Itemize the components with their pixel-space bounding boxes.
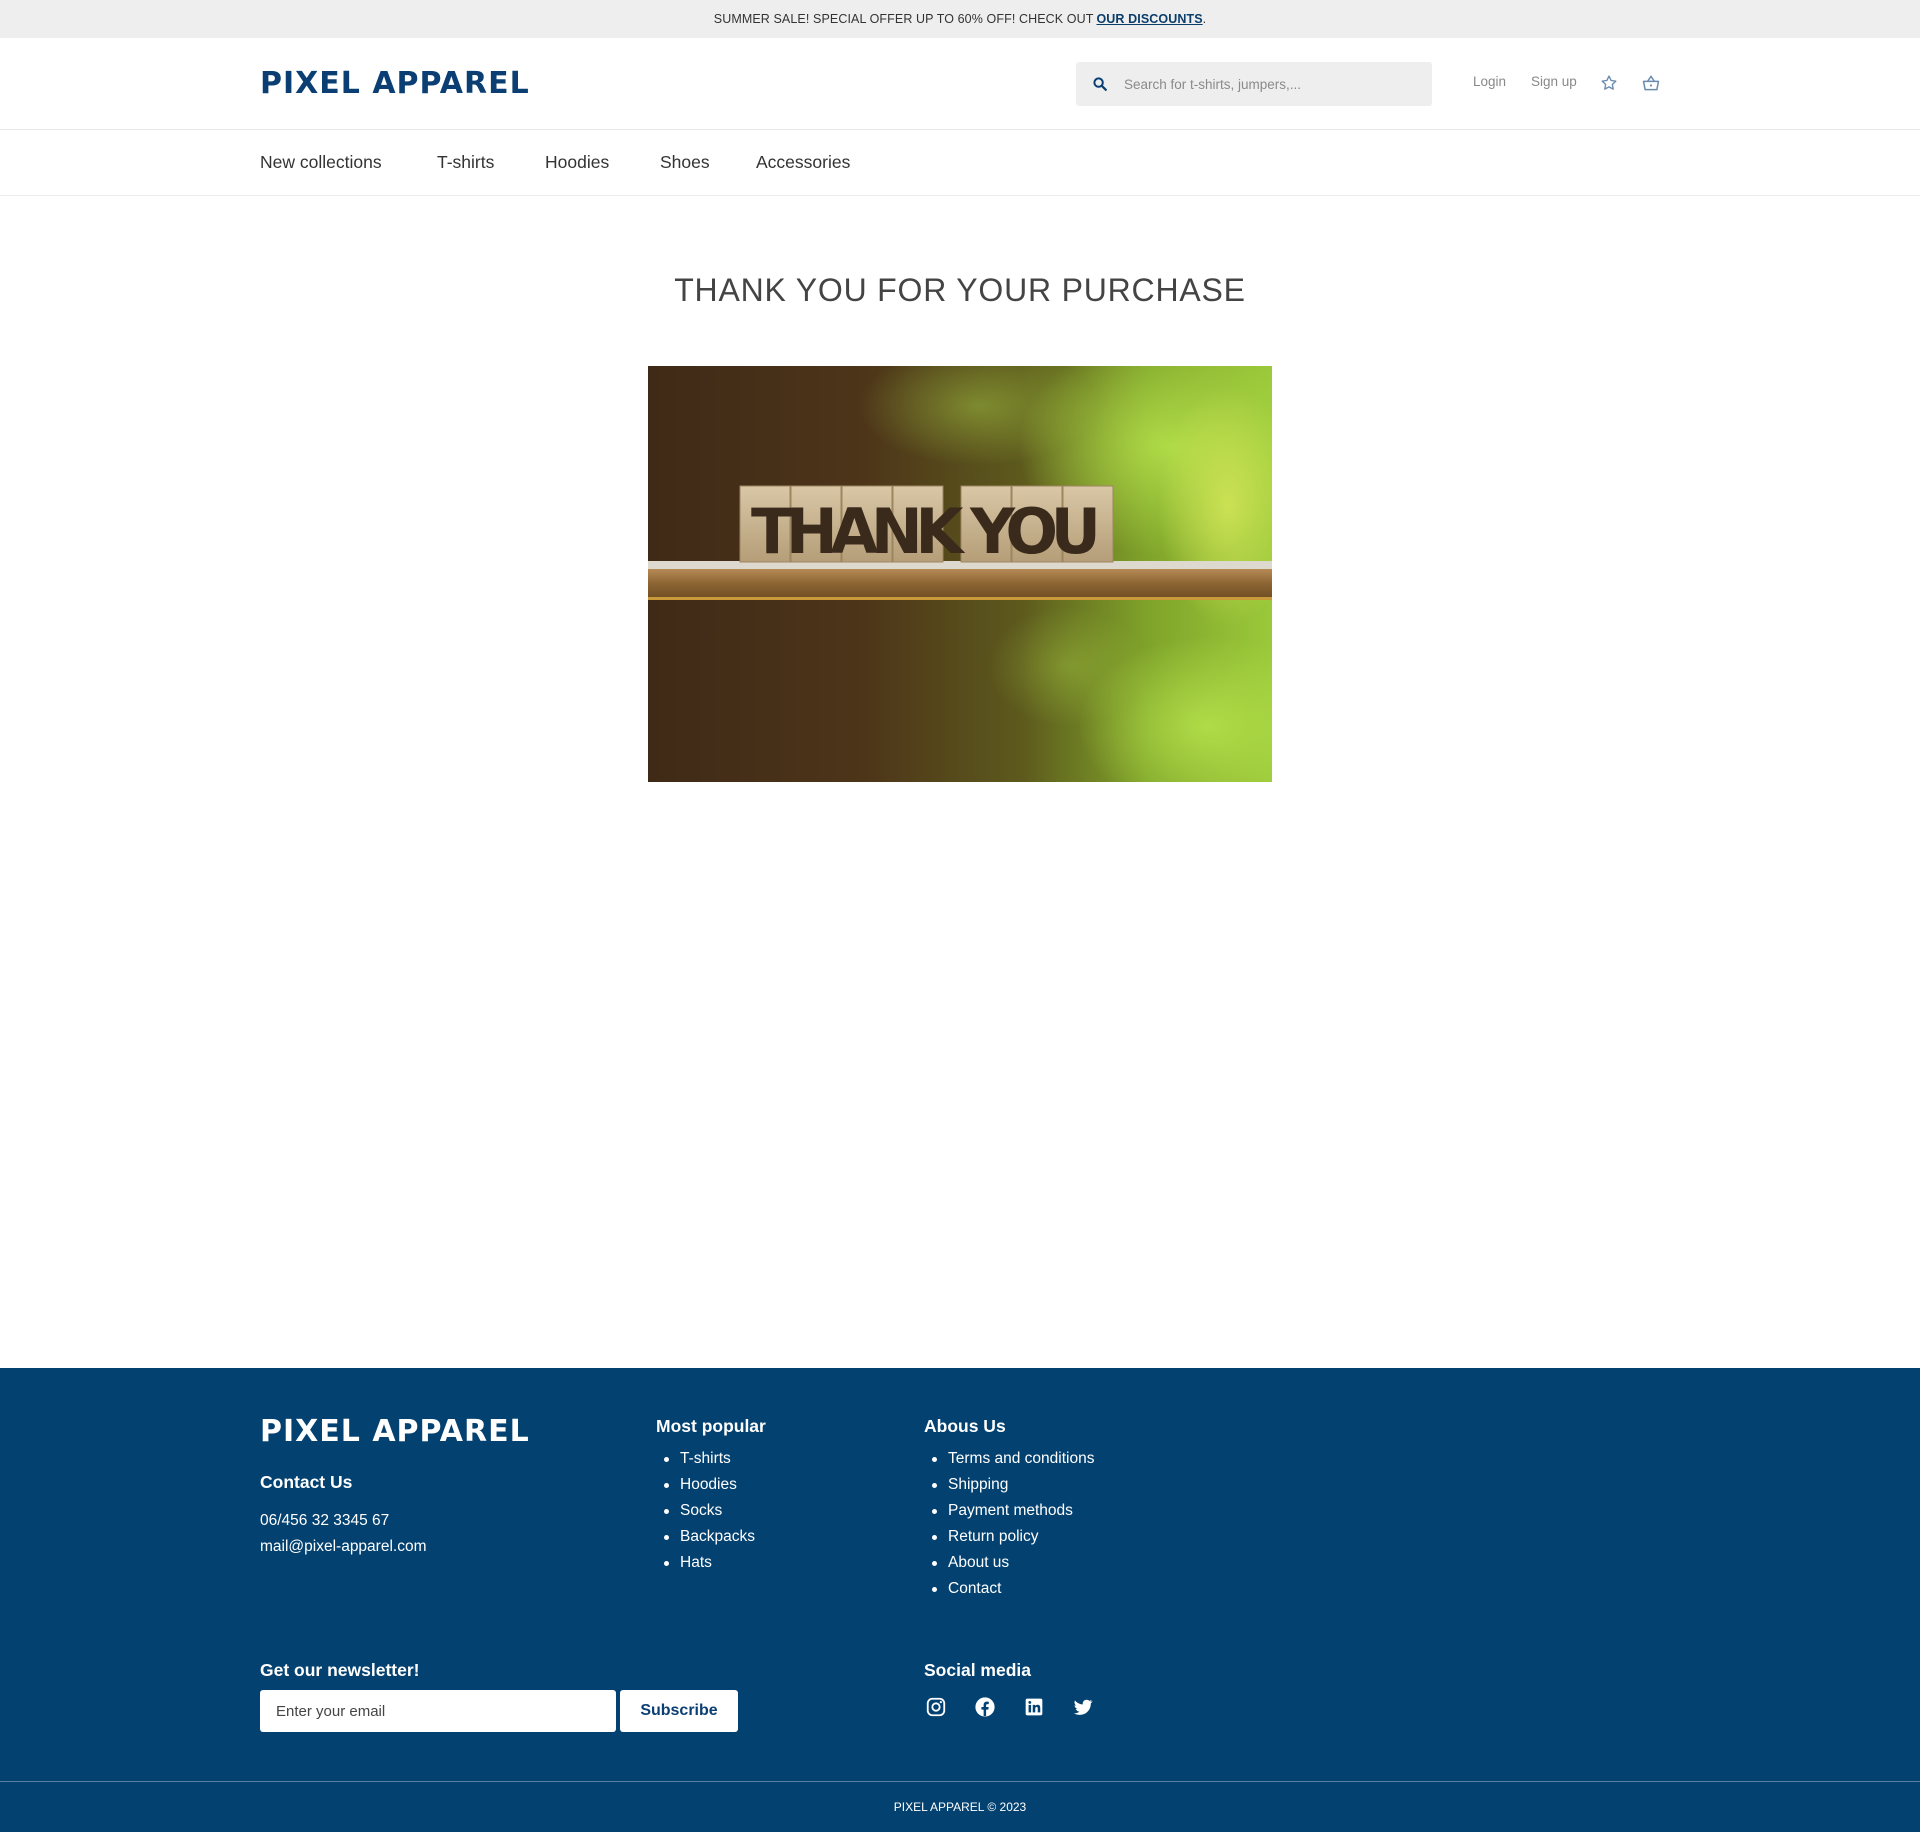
nav-item-new-collections[interactable]: New collections <box>260 152 382 173</box>
newsletter-email-input[interactable] <box>260 1690 616 1732</box>
basket-icon[interactable] <box>1640 72 1662 94</box>
star-icon[interactable] <box>1598 72 1620 94</box>
about-item-terms[interactable]: Terms and conditions <box>924 1446 1094 1472</box>
subscribe-button[interactable]: Subscribe <box>620 1690 738 1732</box>
instagram-icon[interactable] <box>923 1694 949 1720</box>
nav-item-shoes[interactable]: Shoes <box>660 152 710 173</box>
search-input[interactable] <box>1124 76 1414 92</box>
site-logo[interactable]: PIXEL APPAREL <box>260 66 530 101</box>
facebook-icon[interactable] <box>972 1694 998 1720</box>
linkedin-icon[interactable] <box>1021 1694 1047 1720</box>
search-bar[interactable] <box>1076 62 1432 106</box>
twitter-icon[interactable] <box>1070 1694 1096 1720</box>
about-item-contact[interactable]: Contact <box>924 1576 1094 1602</box>
popular-item-socks[interactable]: Socks <box>656 1498 755 1524</box>
main-nav: New collections T-shirts Hoodies Shoes A… <box>0 130 1920 196</box>
about-item-shipping[interactable]: Shipping <box>924 1472 1094 1498</box>
page-title: THANK YOU FOR YOUR PURCHASE <box>674 272 1246 308</box>
search-icon[interactable] <box>1076 77 1124 91</box>
about-item-return[interactable]: Return policy <box>924 1524 1094 1550</box>
site-header: PIXEL APPAREL Login Sign up <box>0 38 1920 130</box>
signup-link[interactable]: Sign up <box>1531 74 1577 89</box>
contact-email[interactable]: mail@pixel-apparel.com <box>260 1538 427 1556</box>
popular-item-hats[interactable]: Hats <box>656 1550 755 1576</box>
site-footer: PIXEL APPAREL Contact Us 06/456 32 3345 … <box>0 1368 1920 1832</box>
footer-logo[interactable]: PIXEL APPAREL <box>260 1414 530 1449</box>
copyright-text: PIXEL APPAREL © 2023 <box>893 1800 1027 1814</box>
contact-phone: 06/456 32 3345 67 <box>260 1512 390 1529</box>
about-item-about-us[interactable]: About us <box>924 1550 1094 1576</box>
discounts-link[interactable]: OUR DISCOUNTS <box>1096 12 1202 26</box>
nav-item-tshirts[interactable]: T-shirts <box>437 152 494 173</box>
contact-heading: Contact Us <box>260 1472 353 1492</box>
about-item-payment[interactable]: Payment methods <box>924 1498 1094 1524</box>
about-heading: Abous Us <box>924 1416 1006 1436</box>
announcement-bar: SUMMER SALE! SPECIAL OFFER UP TO 60% OFF… <box>0 0 1920 38</box>
about-list: Terms and conditions Shipping Payment me… <box>924 1446 1094 1602</box>
nav-item-accessories[interactable]: Accessories <box>756 152 850 173</box>
most-popular-heading: Most popular <box>656 1416 766 1436</box>
thank-you-image: THANK YOU <box>648 366 1272 782</box>
footer-divider <box>0 1781 1920 1782</box>
nav-item-hoodies[interactable]: Hoodies <box>545 152 609 173</box>
newsletter-heading: Get our newsletter! <box>260 1660 420 1680</box>
login-link[interactable]: Login <box>1473 74 1506 89</box>
most-popular-list: T-shirts Hoodies Socks Backpacks Hats <box>656 1446 755 1576</box>
thank-you-blocks-text: THANK YOU <box>751 495 1101 568</box>
popular-item-backpacks[interactable]: Backpacks <box>656 1524 755 1550</box>
social-heading: Social media <box>924 1660 1031 1680</box>
announcement-suffix: . <box>1202 12 1207 26</box>
popular-item-hoodies[interactable]: Hoodies <box>656 1472 755 1498</box>
popular-item-tshirts[interactable]: T-shirts <box>656 1446 755 1472</box>
announcement-text: SUMMER SALE! SPECIAL OFFER UP TO 60% OFF… <box>713 12 1094 26</box>
